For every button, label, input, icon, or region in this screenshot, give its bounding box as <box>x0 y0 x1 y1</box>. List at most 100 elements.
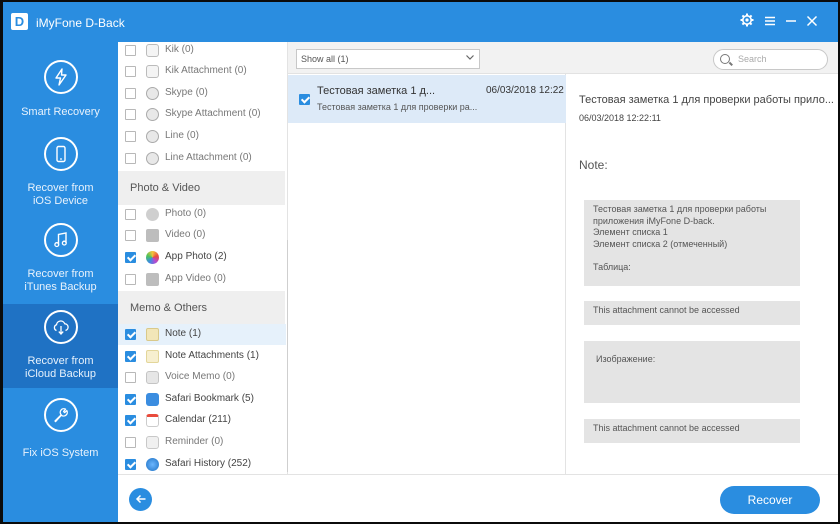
category-row-calendar[interactable]: Calendar (211) <box>118 410 286 431</box>
note-attachment-icon <box>146 350 159 363</box>
category-row-kik[interactable]: Kik (0) <box>118 42 286 61</box>
back-button[interactable] <box>129 488 152 511</box>
nav-label: Recover from <box>27 182 94 194</box>
category-row-app-photo[interactable]: App Photo (2) <box>118 247 286 268</box>
filter-value: Show all (1) <box>301 54 349 64</box>
checkbox[interactable] <box>125 437 136 448</box>
line-icon <box>146 130 159 143</box>
note-preview: Тестовая заметка 1 для проверки ра... <box>317 102 478 112</box>
chevron-down-icon <box>465 52 475 65</box>
category-row-video[interactable]: Video (0) <box>118 225 286 246</box>
recover-button[interactable]: Recover <box>720 486 820 514</box>
gear-icon[interactable] <box>738 13 756 31</box>
list-item[interactable]: Тестовая заметка 1 д... 06/03/2018 12:22… <box>288 75 566 123</box>
search-icon <box>720 54 730 64</box>
skype-icon <box>146 87 159 100</box>
sidebar: Smart Recovery Recover from iOS Device R… <box>3 42 118 522</box>
calendar-icon <box>146 414 159 427</box>
category-row-kik-attachment[interactable]: Kik Attachment (0) <box>118 61 286 82</box>
music-icon <box>44 223 78 257</box>
category-label: Kik (0) <box>165 44 194 55</box>
nav-recover-itunes-backup[interactable]: Recover from iTunes Backup <box>3 218 118 302</box>
search-input[interactable]: Search <box>713 49 828 70</box>
note-body-line: приложения iMyFone D-back. <box>593 215 715 226</box>
checkbox[interactable] <box>125 372 136 383</box>
category-row-note-attachments[interactable]: Note Attachments (1) <box>118 346 286 367</box>
close-icon[interactable] <box>803 13 821 31</box>
category-label: Note (1) <box>165 328 202 339</box>
kik-icon <box>146 65 159 78</box>
checkbox[interactable] <box>125 109 136 120</box>
nav-label-line2: iOS Device <box>32 195 89 207</box>
category-panel: Kik (0) Kik Attachment (0) Skype (0) Sky… <box>118 42 288 474</box>
app-photo-icon <box>146 251 159 264</box>
checkbox[interactable] <box>125 131 136 142</box>
checkbox[interactable] <box>125 66 136 77</box>
nav-recover-ios-device[interactable]: Recover from iOS Device <box>3 132 118 216</box>
category-row-reminder[interactable]: Reminder (0) <box>118 432 286 453</box>
nav-label: Smart Recovery <box>21 106 100 118</box>
category-label: Kik Attachment (0) <box>165 65 247 76</box>
detail-note-label: Note: <box>579 158 608 172</box>
category-row-skype-attachment[interactable]: Skype Attachment (0) <box>118 104 286 125</box>
category-label: Skype (0) <box>165 87 208 98</box>
category-label: Skype Attachment (0) <box>165 108 261 119</box>
category-row-skype[interactable]: Skype (0) <box>118 83 286 104</box>
note-body-line: Элемент списка 1 <box>593 227 668 237</box>
attachment-message: This attachment cannot be accessed <box>593 305 740 315</box>
detail-panel: Search Тестовая заметка 1 для проверки р… <box>566 42 838 474</box>
category-label: Line Attachment (0) <box>165 152 252 163</box>
category-row-note[interactable]: Note (1) <box>118 324 286 345</box>
category-row-app-video[interactable]: App Video (0) <box>118 269 286 290</box>
category-label: Line (0) <box>165 130 199 141</box>
category-label: Voice Memo (0) <box>165 371 236 382</box>
nav-fix-ios-system[interactable]: Fix iOS System <box>3 392 118 476</box>
checkbox[interactable] <box>125 274 136 285</box>
image-box: Изображение: <box>584 341 800 403</box>
phone-icon <box>44 137 78 171</box>
category-row-photo[interactable]: Photo (0) <box>118 204 286 225</box>
app-window: D iMyFone D-Back Smart Recovery Recover … <box>3 2 838 522</box>
checkbox[interactable] <box>125 329 136 340</box>
checkbox[interactable] <box>125 351 136 362</box>
note-body-line: Тестовая заметка 1 для проверки работы <box>593 204 767 214</box>
checkbox[interactable] <box>125 209 136 220</box>
category-row-safari-bookmark[interactable]: Safari Bookmark (5) <box>118 389 286 410</box>
attachment-box: This attachment cannot be accessed <box>584 419 800 443</box>
lightning-icon <box>44 60 78 94</box>
checkbox[interactable] <box>299 94 310 105</box>
note-icon <box>146 328 159 341</box>
nav-smart-recovery[interactable]: Smart Recovery <box>3 48 118 132</box>
checkbox[interactable] <box>125 230 136 241</box>
category-row-line[interactable]: Line (0) <box>118 126 286 147</box>
video-icon <box>146 229 159 242</box>
category-label: Safari History (252) <box>165 458 252 469</box>
note-title: Тестовая заметка 1 д... <box>317 85 436 97</box>
section-header-photo-video: Photo & Video <box>118 171 285 205</box>
checkbox[interactable] <box>125 252 136 263</box>
nav-recover-icloud-backup[interactable]: Recover from iCloud Backup <box>3 304 118 388</box>
checkbox[interactable] <box>125 88 136 99</box>
category-label: Note Attachments (1) <box>165 350 259 361</box>
kik-icon <box>146 44 159 57</box>
category-row-voice-memo[interactable]: Voice Memo (0) <box>118 367 286 388</box>
title-bar: D iMyFone D-Back <box>3 2 838 42</box>
category-row-safari-history[interactable]: Safari History (252) <box>118 454 286 474</box>
safari-icon <box>146 458 159 471</box>
nav-label-line2: iTunes Backup <box>24 281 97 293</box>
section-title: Memo & Others <box>130 302 208 314</box>
checkbox[interactable] <box>125 394 136 405</box>
note-body-line: Элемент списка 2 (отмеченный) <box>593 238 728 249</box>
section-header-memo-others: Memo & Others <box>118 291 285 325</box>
line-icon <box>146 152 159 165</box>
minimize-icon[interactable] <box>782 13 800 31</box>
category-row-line-attachment[interactable]: Line Attachment (0) <box>118 148 286 169</box>
checkbox[interactable] <box>125 153 136 164</box>
checkbox[interactable] <box>125 45 136 56</box>
checkbox[interactable] <box>125 415 136 426</box>
photo-icon <box>146 208 159 221</box>
checkbox[interactable] <box>125 459 136 470</box>
menu-icon[interactable] <box>761 13 779 31</box>
filter-dropdown[interactable]: Show all (1) <box>296 49 480 69</box>
wrench-icon <box>44 398 78 432</box>
